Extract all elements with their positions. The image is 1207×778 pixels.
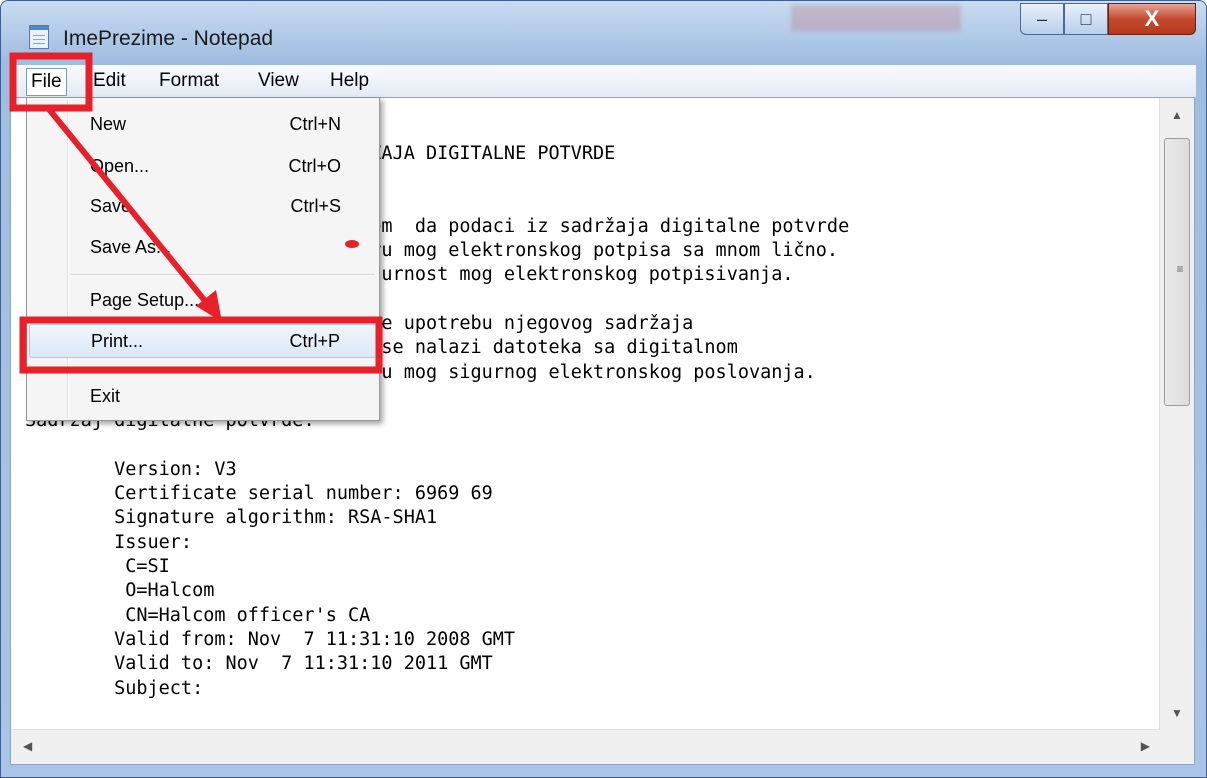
- close-button[interactable]: X: [1108, 3, 1196, 35]
- menu-item-open[interactable]: Open... Ctrl+O: [29, 150, 377, 184]
- close-icon: X: [1144, 6, 1160, 31]
- menu-item-label: Print...: [91, 331, 144, 351]
- menu-item-save[interactable]: Save Ctrl+S: [29, 190, 377, 224]
- menu-item-label: New: [90, 114, 127, 134]
- vertical-scrollbar[interactable]: ▲ ≡ ▼: [1159, 98, 1194, 730]
- menu-edit[interactable]: Edit: [91, 70, 128, 92]
- maximize-button[interactable]: □: [1064, 3, 1108, 35]
- notepad-icon[interactable]: [29, 25, 49, 49]
- caption-buttons: ‒ □ X: [1020, 3, 1196, 37]
- menu-item-label: Open...: [90, 156, 150, 176]
- menu-item-new[interactable]: New Ctrl+N: [29, 108, 377, 142]
- menu-help[interactable]: Help: [328, 70, 371, 92]
- menu-item-shortcut: Ctrl+P: [289, 331, 340, 351]
- menu-item-exit[interactable]: Exit: [29, 380, 377, 414]
- menu-file[interactable]: File: [26, 68, 67, 96]
- scroll-down-icon[interactable]: ▼: [1171, 706, 1183, 720]
- menu-item-label: Save: [90, 196, 132, 216]
- maximize-icon: □: [1080, 8, 1092, 29]
- file-menu-dropdown: New Ctrl+N Open... Ctrl+O Save Ctrl+S Sa…: [26, 97, 380, 421]
- resize-grip[interactable]: [1160, 730, 1194, 764]
- minimize-button[interactable]: ‒: [1020, 3, 1064, 35]
- horizontal-scrollbar[interactable]: ◀ ▶: [11, 729, 1160, 764]
- scroll-right-icon[interactable]: ▶: [1141, 739, 1150, 753]
- vertical-scroll-thumb[interactable]: ≡: [1164, 138, 1190, 406]
- menu-item-label: Exit: [90, 386, 121, 406]
- title-bar[interactable]: ImePrezime - Notepad ‒ □ X: [1, 1, 1206, 63]
- menu-item-label: Page Setup...: [90, 290, 200, 310]
- menu-item-print[interactable]: Print... Ctrl+P: [29, 324, 377, 358]
- scroll-up-icon[interactable]: ▲: [1171, 108, 1183, 122]
- minimize-icon: ‒: [1036, 8, 1047, 29]
- menu-bar: File Edit Format View Help: [11, 65, 1196, 98]
- background-window-blur: [791, 5, 961, 31]
- menu-view[interactable]: View: [256, 70, 301, 92]
- menu-item-shortcut: Ctrl+S: [290, 196, 341, 216]
- menu-item-label: Save As...: [90, 237, 172, 257]
- menu-format[interactable]: Format: [157, 70, 221, 92]
- scroll-left-icon[interactable]: ◀: [23, 739, 32, 753]
- menu-separator: [71, 274, 375, 276]
- menu-item-shortcut: Ctrl+O: [288, 156, 341, 176]
- menu-item-page-setup[interactable]: Page Setup...: [29, 284, 377, 318]
- menu-separator: [71, 368, 375, 370]
- menu-item-shortcut: Ctrl+N: [289, 114, 341, 134]
- menu-item-save-as[interactable]: Save As...: [29, 231, 377, 265]
- window-title: ImePrezime - Notepad: [63, 27, 274, 50]
- grip-icon: ≡: [1176, 262, 1184, 276]
